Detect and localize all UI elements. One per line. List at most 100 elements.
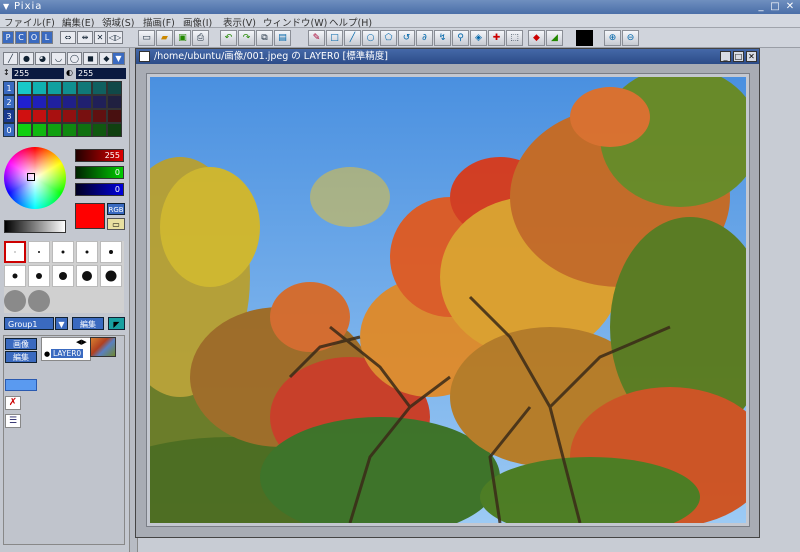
palette-swatch[interactable] — [32, 81, 47, 95]
palette-tab-3[interactable]: 3 — [3, 109, 15, 123]
palette-swatch[interactable] — [77, 123, 92, 137]
mode-p-button[interactable]: P — [2, 31, 14, 44]
current-color-preview[interactable] — [75, 203, 105, 229]
layer-edit-button[interactable]: 編集 — [5, 351, 37, 363]
palette-swatch[interactable] — [92, 81, 107, 95]
palette-swatch[interactable] — [107, 81, 122, 95]
doc-minimize-button[interactable]: _ — [720, 51, 731, 62]
brush-preset-4[interactable] — [76, 241, 98, 263]
window-menu-icon[interactable]: ▼ — [3, 2, 9, 11]
palette-swatch[interactable] — [77, 109, 92, 123]
size-value[interactable]: 255 — [12, 68, 64, 79]
brush-preset-12[interactable] — [28, 290, 50, 312]
select-plus-icon[interactable]: ✚ — [488, 30, 505, 46]
menu-edit[interactable]: 編集(E) — [62, 15, 94, 29]
palette-swatch[interactable] — [92, 95, 107, 109]
blue-channel-slider[interactable]: 0 — [75, 183, 124, 196]
palette-tab-0[interactable]: 0 — [3, 123, 15, 137]
palette-swatch[interactable] — [107, 95, 122, 109]
layer-row[interactable]: ◀▶ ● LAYER0 — [41, 337, 91, 361]
mode-o-button[interactable]: O — [28, 31, 40, 44]
menu-file[interactable]: ファイル(F) — [4, 15, 55, 29]
brush-preset-5[interactable] — [100, 241, 122, 263]
current-color-swatch[interactable] — [576, 30, 593, 46]
canvas-image[interactable] — [150, 77, 746, 523]
fill-tool-icon[interactable]: ◈ — [470, 30, 487, 46]
maximize-button[interactable]: □ — [768, 0, 782, 14]
layer-delete-icon[interactable]: ✗ — [5, 396, 21, 410]
palette-swatch[interactable] — [32, 123, 47, 137]
doc-maximize-button[interactable]: □ — [733, 51, 744, 62]
zoom-out-icon[interactable]: ⊖ — [622, 30, 639, 46]
palette-tab-2[interactable]: 2 — [3, 95, 15, 109]
brush-tool-icon[interactable]: ◕ — [35, 52, 50, 65]
polygon-tool-icon[interactable]: ⬠ — [380, 30, 397, 46]
color-wheel[interactable] — [4, 147, 66, 209]
select-all-icon[interactable]: ⬚ — [506, 30, 523, 46]
palette-swatch[interactable] — [17, 123, 32, 137]
freehand-tool-icon[interactable]: ∂ — [416, 30, 433, 46]
blur-tool-icon[interactable]: ◼ — [83, 52, 98, 65]
palette-swatch[interactable] — [47, 109, 62, 123]
gradient-icon[interactable]: ◢ — [546, 30, 563, 46]
mode-l-button[interactable]: L — [41, 31, 53, 44]
layer-thumbnail[interactable] — [90, 337, 116, 357]
palette-tab-1[interactable]: 1 — [3, 81, 15, 95]
menu-view[interactable]: 表示(V) — [223, 15, 256, 29]
minimize-button[interactable]: _ — [754, 0, 768, 14]
folder-icon[interactable]: ▭ — [107, 218, 125, 230]
flip-horizontal-icon[interactable]: ⇔ — [60, 31, 76, 44]
rectangle-tool-icon[interactable]: □ — [326, 30, 343, 46]
curve-tool-icon[interactable]: ↺ — [398, 30, 415, 46]
menu-selection[interactable]: 領域(S) — [102, 15, 134, 29]
palette-swatch[interactable] — [107, 123, 122, 137]
palette-swatch[interactable] — [62, 81, 77, 95]
menu-image[interactable]: 画像(I) — [183, 15, 212, 29]
paste-icon[interactable]: ▤ — [274, 30, 291, 46]
ellipse-tool-icon[interactable]: ○ — [362, 30, 379, 46]
brush-color-icon[interactable]: ◆ — [528, 30, 545, 46]
palette-swatch[interactable] — [47, 123, 62, 137]
copy-icon[interactable]: ⧉ — [256, 30, 273, 46]
doc-close-button[interactable]: ✕ — [746, 51, 757, 62]
swap-icon[interactable]: ◁▷ — [107, 31, 123, 44]
menu-window[interactable]: ウィンドウ(W) — [263, 15, 327, 29]
brush-preset-2[interactable] — [28, 241, 50, 263]
palette-swatch[interactable] — [77, 81, 92, 95]
rgb-mode-button[interactable]: RGB — [107, 203, 125, 215]
mode-c-button[interactable]: C — [15, 31, 27, 44]
brush-preset-7[interactable] — [28, 265, 50, 287]
layer-image-button[interactable]: 画像 — [5, 338, 37, 350]
palette-swatch[interactable] — [107, 109, 122, 123]
flip-vertical-icon[interactable]: ⇹ — [77, 31, 93, 44]
palette-swatch[interactable] — [17, 95, 32, 109]
brush-preset-1[interactable] — [4, 241, 26, 263]
brush-preset-11[interactable] — [4, 290, 26, 312]
density-value[interactable]: 255 — [76, 68, 126, 79]
palette-swatch[interactable] — [62, 123, 77, 137]
palette-swatch[interactable] — [32, 95, 47, 109]
new-file-icon[interactable]: ▭ — [138, 30, 155, 46]
redo-icon[interactable]: ↷ — [238, 30, 255, 46]
layer-opacity-slider[interactable] — [5, 379, 37, 391]
group-select[interactable]: Group1 — [4, 317, 54, 330]
open-folder-icon[interactable]: ▰ — [156, 30, 173, 46]
palette-swatch[interactable] — [62, 95, 77, 109]
save-icon[interactable]: ▣ — [174, 30, 191, 46]
menu-draw[interactable]: 描画(F) — [143, 15, 175, 29]
group-dropdown-icon[interactable]: ▼ — [55, 317, 68, 330]
close-button[interactable]: ✕ — [783, 0, 797, 14]
brush-preset-10[interactable] — [100, 265, 122, 287]
brush-preset-9[interactable] — [76, 265, 98, 287]
zoom-in-icon[interactable]: ⊕ — [604, 30, 621, 46]
print-icon[interactable]: ⎙ — [192, 30, 209, 46]
pencil-tool-icon[interactable]: ╱ — [3, 52, 18, 65]
palette-swatch[interactable] — [92, 109, 107, 123]
lasso-tool-icon[interactable]: ↯ — [434, 30, 451, 46]
brush-preset-8[interactable] — [52, 265, 74, 287]
group-arrow-icon[interactable]: ◤ — [108, 317, 125, 330]
palette-swatch[interactable] — [77, 95, 92, 109]
layer-visibility-icon[interactable]: ◀▶ — [76, 338, 87, 346]
green-channel-slider[interactable]: 0 — [75, 166, 124, 179]
tool-dropdown-icon[interactable]: ▼ — [112, 52, 125, 65]
